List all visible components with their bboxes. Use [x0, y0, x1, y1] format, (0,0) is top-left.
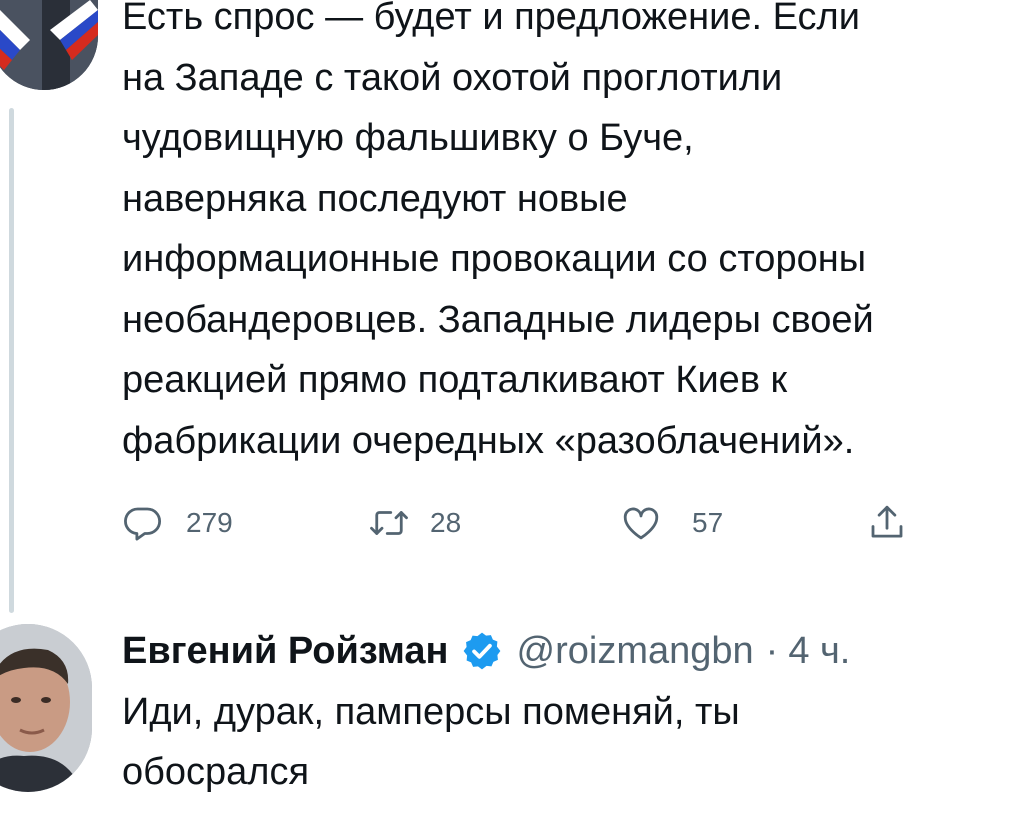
tweet-text-line: информационные провокации со стороны — [122, 238, 867, 280]
separator-dot: · — [765, 629, 779, 672]
tweet-text-line: реакцией прямо подталкивают Киев к — [122, 359, 788, 401]
reply-icon — [124, 507, 162, 541]
author-avatar[interactable] — [0, 0, 98, 90]
avatar-photo-icon — [0, 624, 92, 792]
tweet-text-line: обосрался — [122, 751, 310, 793]
author-handle[interactable]: @roizmangbn — [517, 630, 754, 673]
like-count: 57 — [692, 507, 724, 538]
retweet-count: 28 — [430, 507, 462, 538]
tweet-text-line: фабрикации очередных «разоблачений». — [122, 419, 855, 462]
tweet-text-line: на Западе с такой охотой проглотили — [122, 56, 783, 99]
author-name[interactable]: Евгений Ройзман — [122, 630, 449, 673]
like-button[interactable]: 57 — [620, 498, 723, 548]
russian-flag-icon — [0, 0, 98, 90]
tweet-body: Есть спрос — будет и предложение. Если н… — [122, 0, 1024, 471]
tweet-text-line: Есть спрос — будет и предложение. Если — [122, 0, 860, 38]
heart-icon — [623, 507, 659, 540]
tweet-action-bar: 279 28 57 — [122, 498, 922, 548]
share-button[interactable] — [866, 498, 908, 548]
tweet-timestamp[interactable]: 4 ч. — [788, 630, 850, 673]
thread-connector-line — [9, 108, 14, 613]
tweet-header: Евгений Ройзман @roizmangbn · 4 ч. — [122, 624, 850, 678]
share-icon — [871, 505, 903, 538]
retweet-icon — [370, 511, 408, 535]
tweet-text-line: чудовищную фальшивку о Буче, — [122, 117, 694, 159]
author-avatar[interactable] — [0, 624, 92, 792]
tweet-text-line: Иди, дурак, памперсы поменяй, ты — [122, 691, 740, 733]
tweet-body: Иди, дурак, памперсы поменяй, ты обосрал… — [122, 682, 1024, 802]
retweet-button[interactable]: 28 — [368, 498, 461, 548]
reply-count: 279 — [186, 507, 233, 538]
verified-badge-icon — [463, 632, 500, 670]
tweet-text-line: наверняка последуют новые — [122, 177, 628, 220]
reply-button[interactable]: 279 — [122, 498, 233, 548]
tweet-text-line: необандеровцев. Западные лидеры своей — [122, 298, 874, 341]
